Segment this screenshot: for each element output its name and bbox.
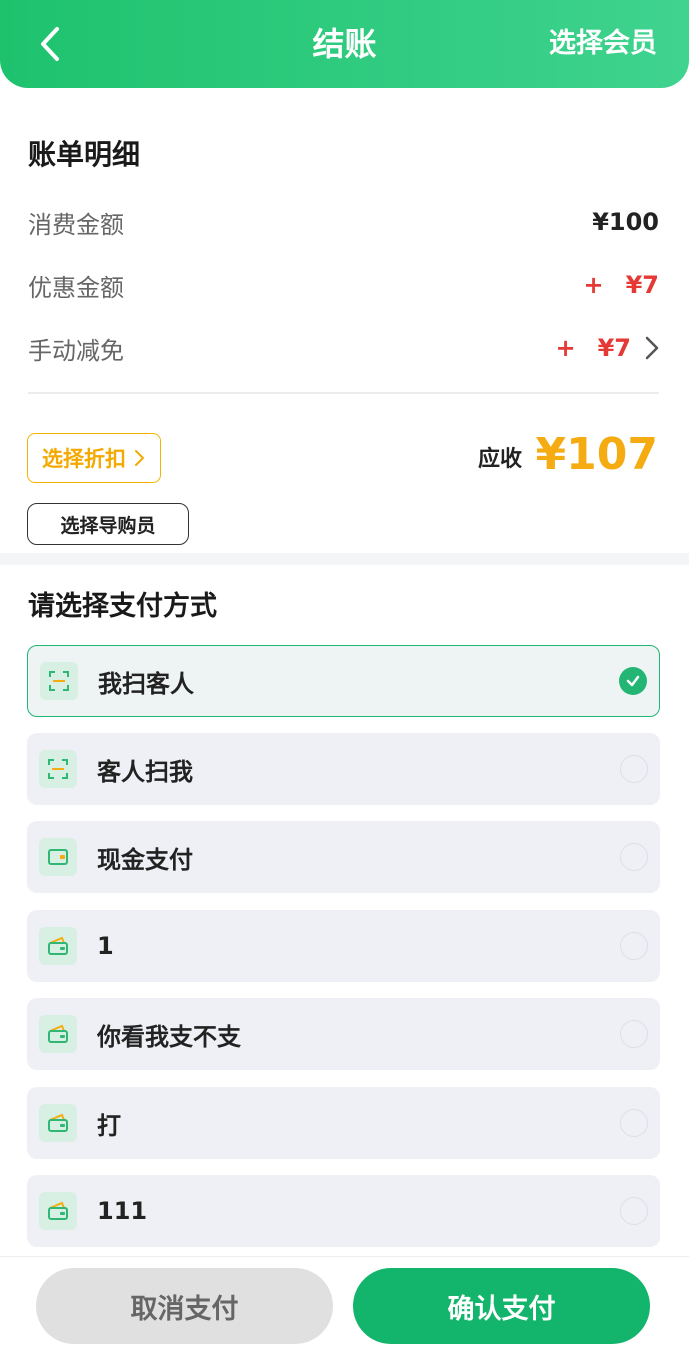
check-icon [626,675,640,687]
amount-due-label: 应收 [478,447,523,472]
payment-method-label: 现金支付 [97,845,193,874]
radio-unchecked[interactable] [620,1109,648,1137]
select-guide-button[interactable]: 选择导购员 [27,503,189,545]
payment-method-label: 打 [97,1111,121,1140]
wallet-icon [39,927,77,965]
divider [28,392,659,394]
plus-sign: + [583,271,604,299]
header-bar: 结账 选择会员 [0,0,689,88]
select-discount-label: 选择折扣 [42,447,126,471]
consumption-amount: ¥100 [592,208,659,236]
amount-due-value: ¥107 [535,429,658,480]
radio-unchecked[interactable] [620,1197,648,1225]
bill-section: 账单明细 [28,130,659,180]
scan-icon [40,662,78,700]
payment-method-item[interactable]: 1 [27,910,660,982]
footer-bar: 取消支付 确认支付 [0,1256,689,1366]
bill-row-consumption: 消费金额 ¥100 [28,202,659,242]
payment-method-label: 111 [97,1197,148,1225]
bill-row-value: ¥100 [592,208,659,236]
bill-row-label: 手动减免 [28,336,124,365]
payment-title: 请选择支付方式 [28,591,217,622]
radio-checked[interactable] [619,667,647,695]
payment-method-item[interactable]: 打 [27,1087,660,1159]
select-discount-button[interactable]: 选择折扣 [27,433,161,483]
payment-method-label: 客人扫我 [97,757,193,786]
wallet-icon [39,1015,77,1053]
confirm-payment-button[interactable]: 确认支付 [353,1268,650,1344]
bill-row-manual-reduction[interactable]: 手动减免 + ¥7 [28,328,659,368]
discount-amount: ¥7 [625,271,659,299]
wallet-icon [39,1104,77,1142]
cancel-payment-button[interactable]: 取消支付 [36,1268,333,1344]
manual-reduction-amount: ¥7 [597,334,631,362]
radio-unchecked[interactable] [620,932,648,960]
bill-row-discount: 优惠金额 + ¥7 [28,265,659,305]
payment-method-item[interactable]: 现金支付 [27,821,660,893]
bill-row-value: + ¥7 [583,271,659,299]
radio-unchecked[interactable] [620,1020,648,1048]
plus-sign: + [555,334,576,362]
bill-row-value: + ¥7 [555,334,659,362]
payment-method-item[interactable]: 我扫客人 [27,645,660,717]
scan-icon [39,750,77,788]
bill-title: 账单明细 [28,138,141,171]
chevron-right-icon [135,450,144,466]
payment-method-item[interactable]: 客人扫我 [27,733,660,805]
payment-method-label: 我扫客人 [98,669,194,698]
radio-unchecked[interactable] [620,755,648,783]
bill-row-label: 优惠金额 [28,273,124,302]
chevron-right-icon [645,336,659,360]
bill-row-label: 消费金额 [28,210,124,239]
cash-icon [39,838,77,876]
wallet-icon [39,1192,77,1230]
payment-method-item[interactable]: 111 [27,1175,660,1247]
payment-method-label: 1 [97,932,114,960]
select-member-button[interactable]: 选择会员 [549,22,657,66]
section-separator [0,553,689,565]
payment-method-label: 你看我支不支 [97,1022,241,1051]
payment-method-item[interactable]: 你看我支不支 [27,998,660,1070]
radio-unchecked[interactable] [620,843,648,871]
